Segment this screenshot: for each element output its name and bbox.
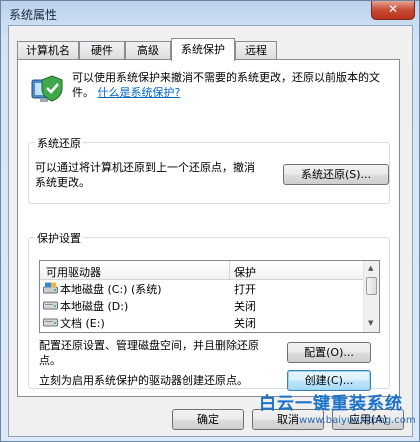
drive-name: 文档 (E:)	[60, 317, 105, 330]
protection-settings-group-label: 保护设置	[35, 230, 83, 246]
drive-row[interactable]: 本地磁盘 (C:) (系统) 打开	[40, 280, 364, 297]
drive-row[interactable]: 本地磁盘 (D:) 关闭	[40, 297, 364, 314]
cancel-button[interactable]: 取消	[252, 409, 324, 430]
drive-protection-status: 关闭	[234, 300, 256, 313]
system-protection-icon	[31, 75, 63, 102]
drives-list-scrollbar[interactable]: ▲ ▼	[363, 261, 379, 332]
create-button[interactable]: 创建(C)...	[287, 370, 371, 391]
tab-advanced[interactable]: 高级	[125, 41, 171, 60]
scroll-thumb[interactable]	[366, 277, 377, 295]
scroll-up-icon[interactable]: ▲	[368, 264, 373, 272]
tab-remote[interactable]: 远程	[235, 41, 277, 60]
configure-description: 配置还原设置、管理磁盘空间，并且删除还原点。	[39, 339, 259, 367]
intro-text: 可以使用系统保护来撤消不需要的系统更改，还原以前版本的文件。 什么是系统保护?	[72, 70, 392, 100]
tab-hardware[interactable]: 硬件	[79, 41, 125, 60]
tab-system-protection[interactable]: 系统保护	[171, 38, 235, 61]
tab-computer-name[interactable]: 计算机名	[17, 41, 79, 60]
drive-protection-status: 关闭	[234, 317, 256, 330]
dialog-client-area: 计算机名 硬件 高级 系统保护 远程 可以使用系统保护来撤消不需要的系统更改，还…	[8, 25, 413, 437]
system-properties-window: 系统属性 ✕ 计算机名 硬件 高级 系统保护 远程 可以使用系统保护来撤消不需要…	[0, 0, 420, 442]
column-available-drives[interactable]: 可用驱动器	[46, 264, 101, 280]
scroll-down-icon[interactable]: ▼	[368, 319, 373, 327]
protection-settings-group: 保护设置 可用驱动器 保护 本地磁盘 (C:) (系统) 打开 本地磁盘 (D:…	[28, 230, 390, 391]
system-protection-panel: 可以使用系统保护来撤消不需要的系统更改，还原以前版本的文件。 什么是系统保护? …	[17, 59, 400, 397]
system-restore-button[interactable]: 系统还原(S)...	[283, 164, 389, 185]
apply-button[interactable]: 应用(A)	[332, 409, 404, 430]
what-is-system-protection-link[interactable]: 什么是系统保护?	[98, 86, 181, 99]
drives-list-header: 可用驱动器 保护	[40, 261, 364, 280]
ok-button[interactable]: 确定	[172, 409, 244, 430]
system-restore-description: 可以通过将计算机还原到上一个还原点，撤消系统更改。	[35, 161, 255, 189]
drive-name: 本地磁盘 (D:)	[60, 300, 129, 313]
system-drive-icon	[43, 282, 58, 294]
close-button[interactable]: ✕	[371, 1, 415, 20]
window-title: 系统属性	[9, 8, 58, 22]
column-protection[interactable]: 保护	[234, 264, 256, 280]
drive-icon	[43, 301, 58, 310]
configure-button[interactable]: 配置(O)...	[287, 342, 371, 363]
drive-row[interactable]: 文档 (E:) 关闭	[40, 314, 364, 331]
drives-list[interactable]: 可用驱动器 保护 本地磁盘 (C:) (系统) 打开 本地磁盘 (D:) 关闭 …	[39, 260, 380, 333]
system-restore-group: 系统还原 可以通过将计算机还原到上一个还原点，撤消系统更改。 系统还原(S)..…	[28, 135, 390, 204]
create-description: 立刻为启用系统保护的驱动器创建还原点。	[39, 374, 248, 387]
drive-protection-status: 打开	[234, 283, 256, 296]
column-separator[interactable]	[229, 261, 230, 279]
drive-icon	[43, 318, 58, 327]
drive-name: 本地磁盘 (C:) (系统)	[60, 283, 162, 296]
system-restore-group-label: 系统还原	[35, 135, 83, 151]
